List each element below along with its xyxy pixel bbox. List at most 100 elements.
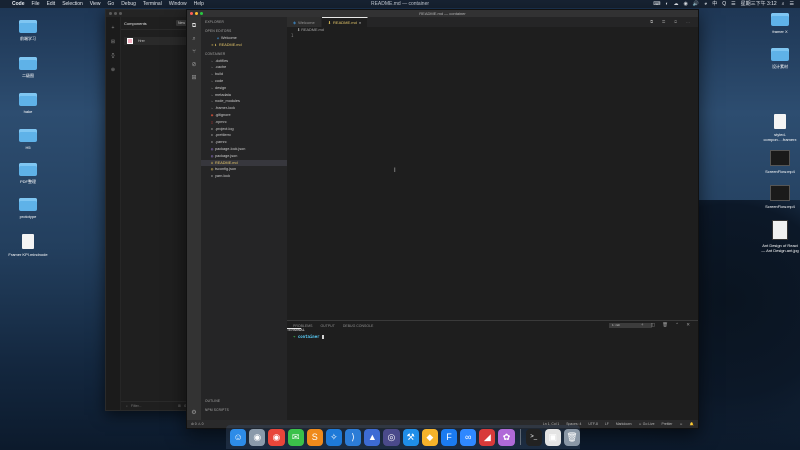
file-tree-item[interactable]: › build (201, 71, 287, 78)
game-icon[interactable]: ✿ (498, 428, 515, 446)
explorer-icon[interactable]: ⧉ (187, 23, 201, 30)
terminal-icon[interactable]: >_ (525, 428, 542, 446)
xcode-icon[interactable]: ⚒ (402, 428, 419, 446)
go-live-button[interactable]: ☺ Go Live (638, 422, 654, 426)
open-editor-item[interactable]: ◈ Welcome (201, 35, 287, 42)
notification-center-icon[interactable]: ☰ (790, 0, 794, 8)
file-tree-item[interactable]: ◻ .npmrc (201, 119, 287, 126)
components-icon[interactable]: ⊞ (106, 39, 120, 45)
tab-terminal[interactable]: TERMINAL (287, 328, 305, 332)
wechat-icon[interactable]: ✉ (287, 428, 304, 446)
file-tree-item[interactable]: › design (201, 85, 287, 92)
keyboard-icon[interactable]: ⌨ (653, 0, 660, 8)
desktop-file[interactable]: styled-compon….framerx (760, 114, 800, 142)
language-mode[interactable]: Markdown (616, 422, 632, 426)
pages-icon[interactable]: ◢ (479, 428, 496, 446)
spotlight-icon[interactable]: ⌕ (782, 0, 785, 8)
battery-icon[interactable]: ◕ (704, 0, 707, 8)
feedback-icon[interactable]: ☺ (679, 422, 682, 426)
search-icon[interactable]: Q (722, 0, 726, 8)
desktop-folder[interactable]: PDF整理 (8, 163, 48, 185)
extensions-icon[interactable]: ⊞ (187, 74, 201, 81)
file-tree-item[interactable]: ◍ tsconfig.json (201, 166, 287, 173)
file-tree-item[interactable]: › .cache (201, 64, 287, 71)
vscode-icon[interactable]: ⟩ (345, 428, 362, 446)
source-control-icon[interactable]: ⑂ (187, 49, 201, 55)
file-tree-item[interactable]: › .framer-lock (201, 105, 287, 112)
desktop-file[interactable]: Framer KPI.mindnode (8, 234, 48, 257)
open-editor-item[interactable]: ✕ ⬇ README.md (201, 42, 287, 49)
desktop-folder[interactable]: hake (8, 93, 48, 114)
clock[interactable]: 星期三下午 3:12 (741, 0, 777, 8)
file-tree-item[interactable]: ≡ .yarnrc (201, 139, 287, 146)
desktop-folder[interactable]: framer X (760, 13, 800, 34)
npm-scripts-header[interactable]: NPM SCRIPTS (201, 405, 287, 414)
finder-icon[interactable]: ☺ (230, 428, 247, 446)
trash-icon[interactable]: 🗑 (563, 428, 581, 446)
open-editors-header[interactable]: OPEN EDITORS (201, 26, 287, 35)
input-source[interactable]: 中 (712, 0, 717, 8)
problems-status[interactable]: ⊘ 0 ⚠ 0 (191, 422, 203, 426)
motion-icon[interactable]: ◎ (383, 428, 400, 446)
close-tab-icon[interactable]: × (359, 20, 361, 25)
desktop-folder[interactable]: H5 (8, 129, 48, 150)
insert-icon[interactable]: + (106, 25, 120, 31)
gear-icon[interactable]: ⚙ (187, 409, 201, 416)
chrome-icon[interactable]: ◉ (268, 428, 285, 446)
file-tree-item[interactable]: ≡ yarn.lock (201, 173, 287, 180)
project-header[interactable]: CONTAINER (201, 49, 287, 58)
file-tree-item[interactable]: ◉ .gitignore (201, 112, 287, 119)
debug-icon[interactable]: ⊘ (187, 61, 201, 68)
sketch-icon[interactable]: ◆ (421, 428, 438, 446)
file-tree-item[interactable]: › node_modules (201, 98, 287, 105)
file-tree-item-selected[interactable]: ⬇ README.md (201, 159, 287, 167)
desktop-file[interactable]: ScreenFlow.mp4 (760, 150, 800, 174)
line-ending[interactable]: LF (605, 422, 609, 426)
grid-icon[interactable]: ⊞ (178, 404, 181, 408)
desktop-folder[interactable]: prototype (8, 198, 48, 219)
sublime-icon[interactable]: S (306, 428, 323, 446)
desktop-file[interactable]: ScreenFlow.mp4 (760, 185, 800, 209)
contrast-icon[interactable]: ◐ (666, 0, 669, 8)
outline-header[interactable]: OUTLINE (201, 396, 287, 405)
code-icon[interactable]: {} (106, 53, 120, 59)
tab-output[interactable]: OUTPUT (320, 324, 334, 328)
record-icon[interactable]: ◉ (684, 0, 688, 8)
terminal-content[interactable]: ➜ container (287, 331, 698, 342)
cloud-icon[interactable]: ☁ (674, 0, 679, 8)
affinity-icon[interactable]: ▲ (364, 428, 381, 446)
minimize-icon[interactable] (114, 12, 117, 15)
component-item[interactable]: Hrer (124, 37, 187, 45)
desktop-folder[interactable]: 前端学习 (8, 20, 48, 42)
close-icon[interactable] (109, 12, 112, 15)
zoom-icon[interactable] (119, 12, 122, 15)
encoding[interactable]: UTF-8 (588, 422, 598, 426)
file-tree-item[interactable]: ◍ package-lock.json (201, 146, 287, 153)
tab-debug-console[interactable]: DEBUG CONSOLE (343, 324, 374, 328)
menu-extra-icon[interactable]: ☰ (731, 0, 735, 8)
store-icon[interactable]: ⊕ (106, 67, 120, 73)
file-tree-item[interactable]: ◍ package.json (201, 153, 287, 160)
desktop-folder[interactable]: 设计素材 (760, 48, 800, 70)
file-tree-item[interactable]: › code (201, 78, 287, 85)
search-icon[interactable]: ⌕ (187, 36, 201, 43)
editor-area[interactable]: ◈ Welcome ⬇ README.md × ⧉ ◫ ⊡ ⋯ ⬇ README… (287, 17, 698, 320)
tab-readme[interactable]: ⬇ README.md × (321, 17, 369, 27)
filter-input[interactable]: Filter... (131, 404, 142, 408)
file-tree-item[interactable]: › .dotfiles (201, 58, 287, 65)
terminal-actions[interactable]: + ◫ 🗑 ⌃ ✕ (641, 322, 693, 328)
file-tree-item[interactable]: › metadata (201, 92, 287, 99)
editor-actions[interactable]: ⧉ ◫ ⊡ ⋯ (650, 19, 694, 24)
baidu-netdisk-icon[interactable]: ∞ (460, 428, 477, 446)
desktop-file[interactable]: Ant Design of React — Ant Design.ant.jpg (760, 220, 800, 253)
prettier-status[interactable]: Prettier (661, 422, 672, 426)
tab-welcome[interactable]: ◈ Welcome (287, 17, 322, 27)
file-tree-item[interactable]: ≡ .prettierrc (201, 132, 287, 139)
preview-icon[interactable]: ▣ (544, 428, 561, 446)
framer-icon[interactable]: F (440, 428, 458, 446)
safari-icon[interactable]: ✧ (325, 428, 343, 446)
file-tree-item[interactable]: ≡ .project.log (201, 126, 287, 133)
desktop-folder[interactable]: 二级图 (8, 57, 48, 79)
launchpad-icon[interactable]: ◉ (249, 428, 266, 446)
bell-icon[interactable]: 🔔 (690, 422, 694, 426)
